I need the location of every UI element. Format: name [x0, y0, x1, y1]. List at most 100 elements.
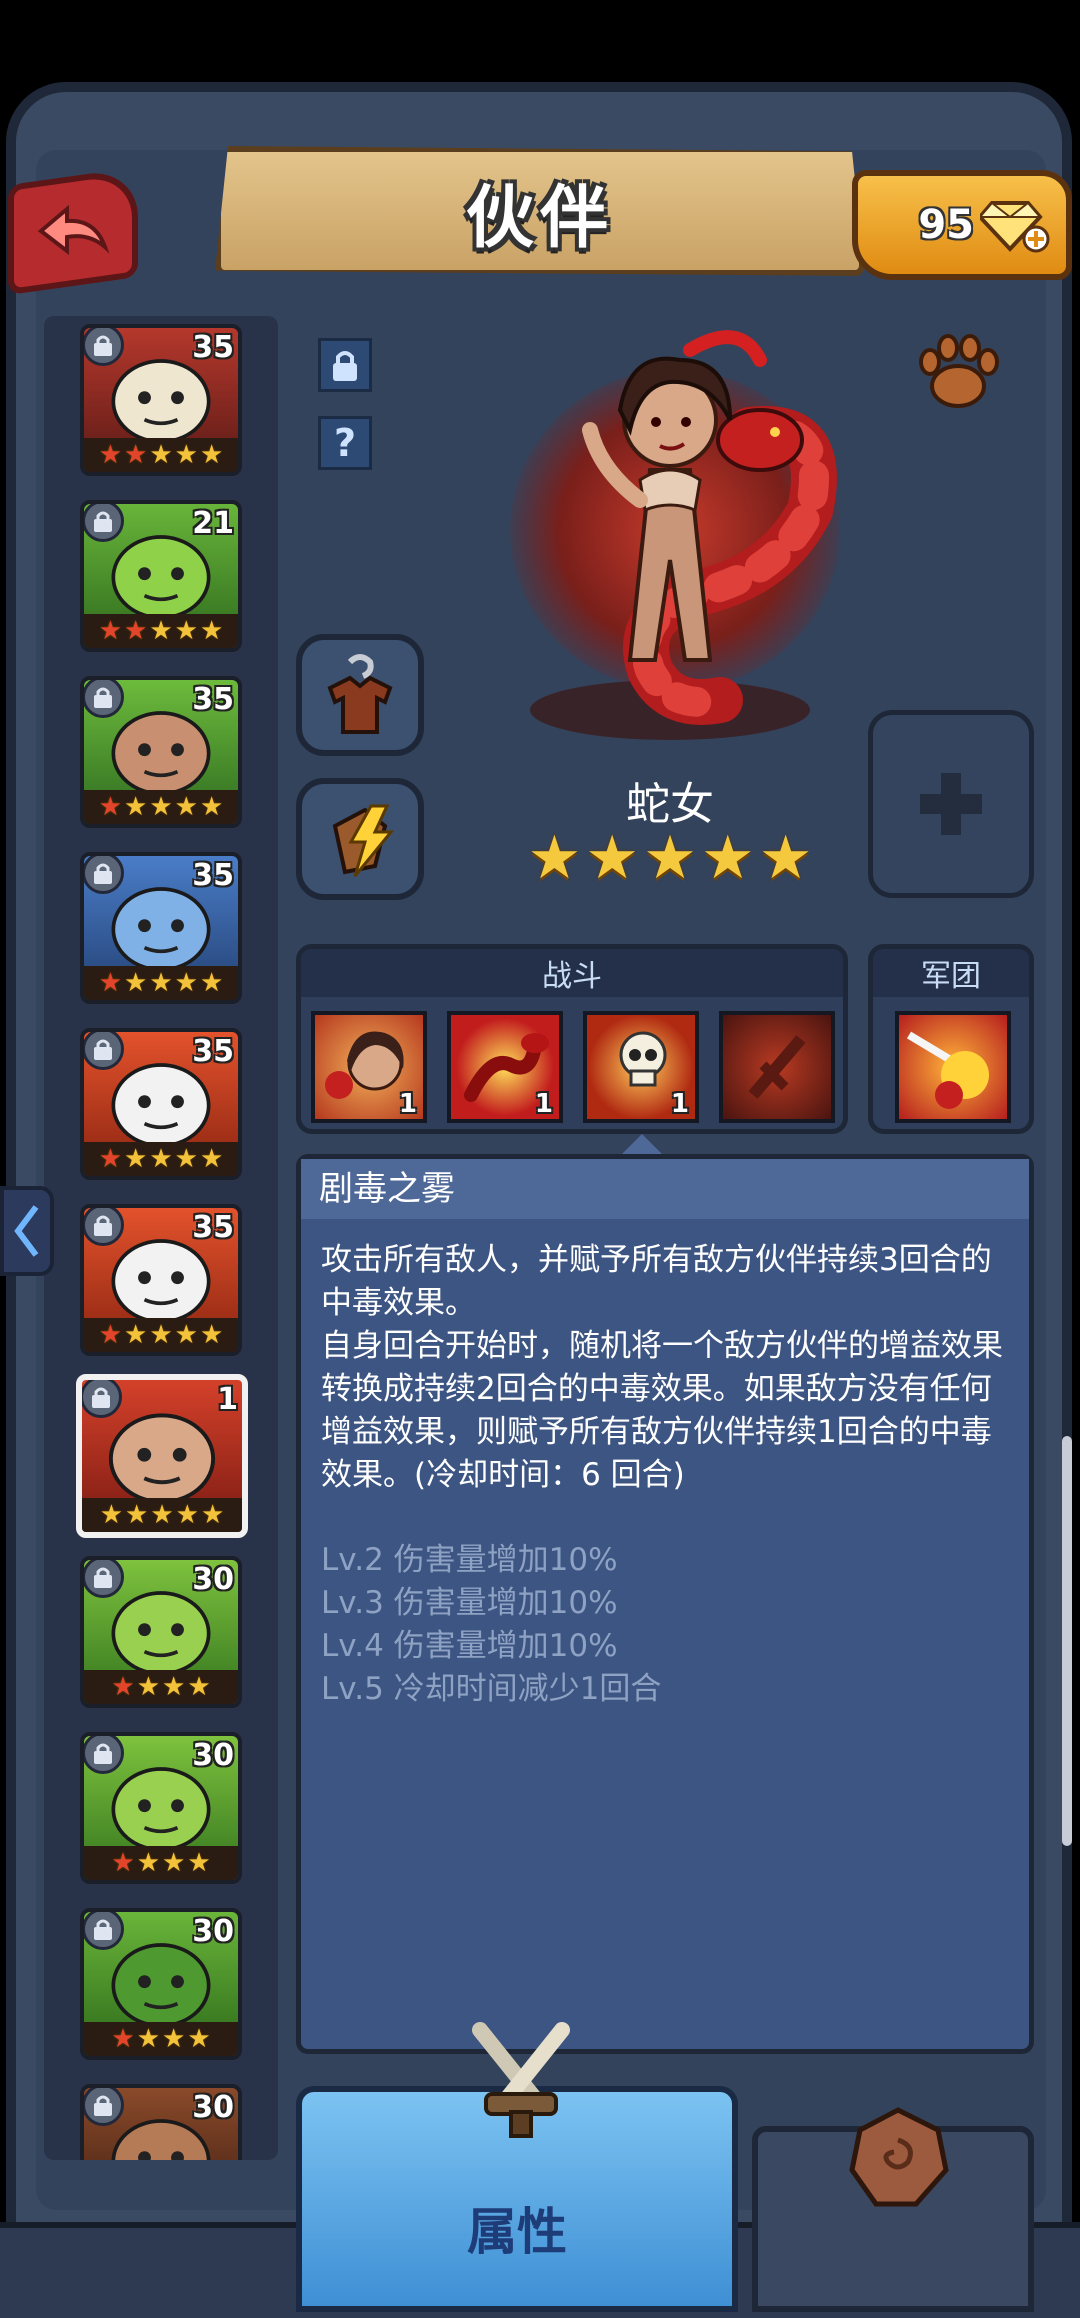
- level-bonus-list: Lv.2 伤害量增加10% Lv.3 伤害量增加10% Lv.4 伤害量增加10…: [321, 1539, 1013, 1711]
- hero-level: 35: [192, 858, 234, 893]
- star-icon: ★: [136, 2024, 160, 2054]
- desc-pointer: [620, 1134, 664, 1156]
- lock-icon: [84, 680, 124, 718]
- diamond-icon: [980, 201, 1050, 253]
- skill-level: 1: [534, 1089, 553, 1119]
- lock-icon: [333, 351, 357, 381]
- level-bonus: Lv.3 伤害量增加10%: [321, 1585, 618, 1621]
- hero-list[interactable]: 35 ★ ★ ★ ★ ★ 21 ★ ★ ★ ★ ★ 35 ★ ★ ★ ★ ★ 35 ★ ★ ★ ★ ★ 35 ★ ★ ★ ★ ★ 35 ★ ★ ★…: [44, 316, 278, 2160]
- hero-level: 30: [192, 2090, 234, 2125]
- hero-card[interactable]: 30: [80, 2084, 242, 2160]
- paw-icon[interactable]: [912, 324, 1002, 414]
- hero-card[interactable]: 35 ★ ★ ★ ★ ★: [80, 1028, 242, 1180]
- gem-counter-button[interactable]: 95: [852, 170, 1072, 280]
- skill-description-panel: 剧毒之雾 攻击所有敌人，并赋予所有敌方伙伴持续3回合的中毒效果。 自身回合开始时…: [296, 1154, 1034, 2054]
- star-icon: ★: [111, 1848, 135, 1878]
- legion-skill-panel: 军团: [868, 944, 1034, 1134]
- lock-icon: [84, 1208, 124, 1246]
- gauntlet-icon: [332, 804, 395, 877]
- prev-page-button[interactable]: [0, 1186, 54, 1276]
- star-icon: ★: [700, 823, 755, 893]
- star-icon: ★: [150, 1500, 174, 1530]
- star-icon: ★: [199, 792, 224, 822]
- hero-star-rating: ★ ★ ★ ★ ★: [520, 828, 820, 888]
- hero-portrait: [530, 330, 837, 740]
- star-icon: ★: [187, 1672, 211, 1702]
- star-icon: ★: [162, 1672, 186, 1702]
- hero-card-stars: ★ ★ ★ ★ ★: [84, 614, 238, 648]
- star-icon: ★: [199, 1320, 224, 1350]
- star-icon: ★: [174, 968, 198, 998]
- star-icon: ★: [149, 616, 173, 646]
- star-icon: ★: [98, 440, 123, 470]
- hero-card-stars: ★ ★ ★ ★: [84, 2022, 238, 2056]
- skill-slot-2[interactable]: 1: [447, 1011, 563, 1123]
- crossed-swords-icon: [472, 2022, 570, 2138]
- hero-card[interactable]: 35 ★ ★ ★ ★ ★: [80, 324, 242, 476]
- hero-card-stars: ★ ★ ★ ★ ★: [82, 1498, 242, 1532]
- skill-description: 攻击所有敌人，并赋予所有敌方伙伴持续3回合的中毒效果。 自身回合开始时，随机将一…: [321, 1239, 1013, 1711]
- star-icon: ★: [149, 968, 173, 998]
- back-arrow-icon: [37, 204, 110, 256]
- hero-level: 35: [192, 682, 234, 717]
- star-icon: ★: [200, 1500, 225, 1530]
- lock-icon: [84, 1560, 124, 1598]
- legion-skill-slot[interactable]: [895, 1011, 1011, 1123]
- star-icon: ★: [199, 616, 224, 646]
- hero-card[interactable]: 30 ★ ★ ★ ★: [80, 1556, 242, 1708]
- hero-card[interactable]: 30 ★ ★ ★ ★: [80, 1732, 242, 1884]
- skill-name: 剧毒之雾: [301, 1159, 1029, 1219]
- hero-card[interactable]: 21 ★ ★ ★ ★ ★: [80, 500, 242, 652]
- tab-runes[interactable]: [752, 2107, 1034, 2312]
- star-icon: ★: [98, 616, 123, 646]
- equipment-button[interactable]: [296, 634, 424, 756]
- scrollbar[interactable]: [1062, 1436, 1072, 1846]
- back-button[interactable]: [8, 166, 138, 296]
- star-icon: ★: [174, 1144, 198, 1174]
- hero-level: 30: [192, 1562, 234, 1597]
- star-icon: ★: [758, 823, 813, 893]
- hero-card[interactable]: 35 ★ ★ ★ ★ ★: [80, 1204, 242, 1356]
- hero-level: 35: [192, 1034, 234, 1069]
- legion-fire-icon: [906, 1031, 989, 1109]
- star-icon: ★: [111, 2024, 135, 2054]
- hero-level: 35: [192, 330, 234, 365]
- legion-title: 军团: [873, 949, 1029, 997]
- lock-icon: [82, 1380, 122, 1418]
- hero-card[interactable]: 30 ★ ★ ★ ★: [80, 1908, 242, 2060]
- star-icon: ★: [175, 1500, 199, 1530]
- star-icon: ★: [124, 792, 148, 822]
- star-icon: ★: [136, 1848, 160, 1878]
- hero-level: 30: [192, 1738, 234, 1773]
- armor-icon: [327, 654, 393, 734]
- lock-icon: [84, 856, 124, 894]
- skill-slot-4-locked[interactable]: [719, 1011, 835, 1123]
- plus-icon: [920, 773, 982, 835]
- lock-icon: [84, 328, 124, 366]
- lock-button[interactable]: [318, 338, 372, 392]
- rune-stone-icon: [849, 2107, 949, 2207]
- star-icon: ★: [174, 1320, 198, 1350]
- tab-attributes-label: 属性: [467, 2203, 567, 2261]
- skill-slot-3[interactable]: 1: [583, 1011, 699, 1123]
- hero-card-stars: ★ ★ ★ ★ ★: [84, 790, 238, 824]
- tab-attributes[interactable]: 属性: [296, 2022, 738, 2312]
- hero-level: 21: [192, 506, 234, 541]
- skill-slot-1[interactable]: 1: [311, 1011, 427, 1123]
- add-partner-slot[interactable]: [868, 710, 1034, 898]
- hero-card[interactable]: 1 ★ ★ ★ ★ ★: [76, 1374, 248, 1538]
- lock-icon: [84, 1736, 124, 1774]
- help-button[interactable]: ?: [318, 416, 372, 470]
- skill-upgrade-button[interactable]: [296, 778, 424, 900]
- star-icon: ★: [199, 440, 224, 470]
- level-bonus: Lv.5 冷却时间减少1回合: [321, 1671, 662, 1707]
- hero-card-stars: ★ ★ ★ ★: [84, 1846, 238, 1880]
- hero-card[interactable]: 35 ★ ★ ★ ★ ★: [80, 852, 242, 1004]
- hero-card[interactable]: 35 ★ ★ ★ ★ ★: [80, 676, 242, 828]
- lock-icon: [84, 1912, 124, 1950]
- star-icon: ★: [187, 1848, 211, 1878]
- star-icon: ★: [174, 792, 198, 822]
- lock-icon: [84, 504, 124, 542]
- status-bar-area: [0, 0, 1080, 82]
- title-banner: 伙伴: [215, 146, 865, 276]
